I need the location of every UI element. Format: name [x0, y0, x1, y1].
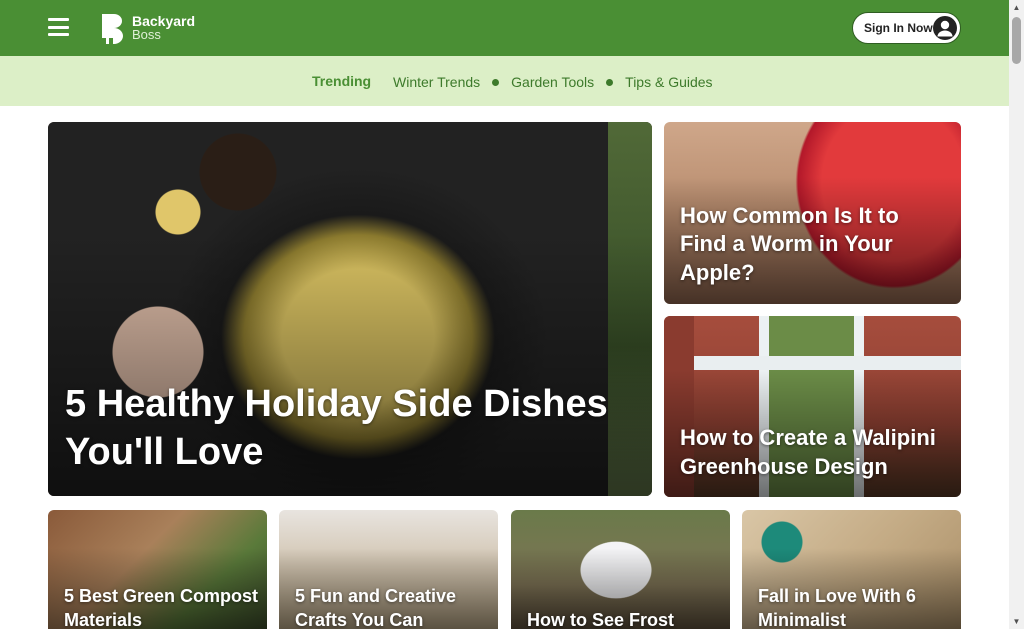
- article-title: 5 Best Green Compost Materials: [64, 586, 259, 629]
- article-title: How to Create a Walipini Greenhouse Desi…: [680, 425, 936, 479]
- arrow-up-icon[interactable]: ▲: [1009, 0, 1024, 15]
- vertical-scrollbar[interactable]: ▲ ▼: [1009, 0, 1024, 629]
- page: Backyard Boss Sign In Now Trending Winte…: [0, 0, 1024, 629]
- trending-links: Winter Trends Garden Tools Tips & Guides: [393, 74, 713, 90]
- featured-article-title: 5 Healthy Holiday Side Dishes You'll Lov…: [65, 383, 608, 473]
- trending-link-garden-tools[interactable]: Garden Tools: [511, 74, 594, 90]
- logo-wordmark: Backyard Boss: [132, 14, 195, 42]
- sign-in-button[interactable]: Sign In Now: [852, 12, 961, 44]
- scrollbar-thumb[interactable]: [1012, 17, 1021, 64]
- article-card-crafts[interactable]: 5 Fun and Creative Crafts You Can: [279, 510, 498, 629]
- trending-link-tips-guides[interactable]: Tips & Guides: [625, 74, 712, 90]
- separator-dot: [606, 78, 614, 86]
- article-card-walipini-greenhouse[interactable]: How to Create a Walipini Greenhouse Desi…: [664, 316, 961, 497]
- article-title: 5 Fun and Creative Crafts You Can: [295, 586, 457, 629]
- site-header: Backyard Boss Sign In Now: [0, 0, 1009, 56]
- article-card-apple-worm[interactable]: How Common Is It to Find a Worm in Your …: [664, 122, 961, 304]
- trending-title: Trending: [312, 73, 372, 89]
- separator-dot: [492, 78, 500, 86]
- article-title: How Common Is It to Find a Worm in Your …: [680, 202, 899, 285]
- logo-line-2: Boss: [132, 27, 161, 42]
- hamburger-menu-icon[interactable]: [48, 18, 69, 36]
- user-avatar-icon: [933, 16, 957, 40]
- article-card-frost[interactable]: How to See Frost: [511, 510, 730, 629]
- trending-bar: Trending Winter Trends Garden Tools Tips…: [0, 56, 1009, 106]
- arrow-down-icon[interactable]: ▼: [1009, 614, 1024, 629]
- trending-link-winter-trends[interactable]: Winter Trends: [393, 74, 480, 90]
- site-logo[interactable]: Backyard Boss: [100, 12, 195, 44]
- logo-mark-icon: [102, 14, 123, 44]
- article-title: How to See Frost: [527, 610, 675, 629]
- article-title: Fall in Love With 6 Minimalist: [758, 586, 916, 629]
- sign-in-label: Sign In Now: [864, 21, 933, 35]
- featured-article-card[interactable]: 5 Healthy Holiday Side Dishes You'll Lov…: [48, 122, 652, 496]
- article-card-minimalist[interactable]: Fall in Love With 6 Minimalist: [742, 510, 961, 629]
- article-card-compost[interactable]: 5 Best Green Compost Materials: [48, 510, 267, 629]
